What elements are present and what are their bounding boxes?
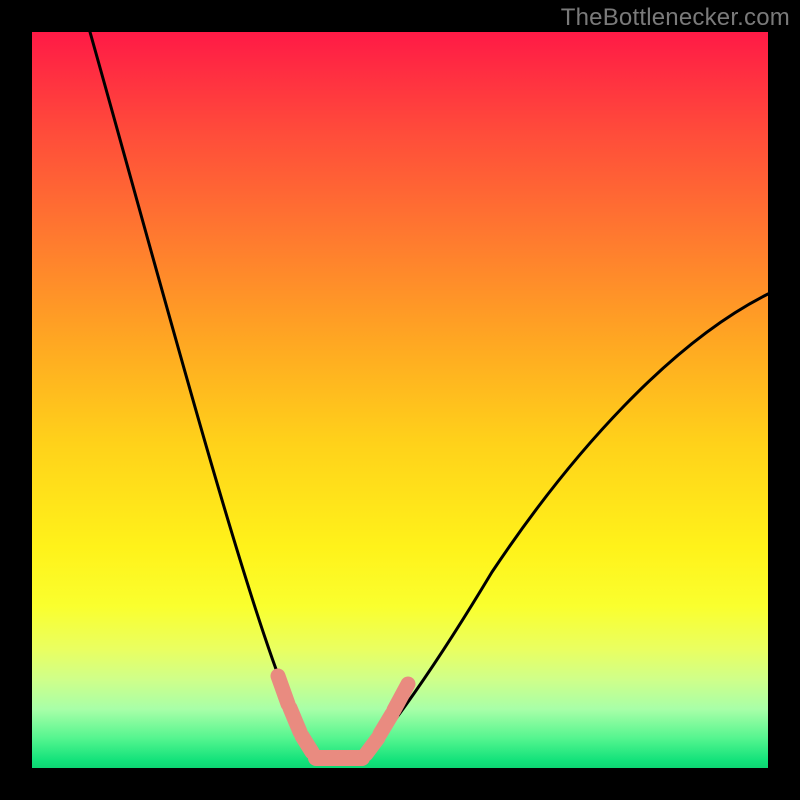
- watermark-text: TheBottlenecker.com: [561, 4, 790, 32]
- highlight-right-cluster: [366, 684, 408, 754]
- curve-left: [90, 32, 318, 758]
- curve-layer: [32, 32, 768, 768]
- plot-area: [32, 32, 768, 768]
- highlight-left-cluster: [278, 676, 312, 752]
- chart-container: TheBottlenecker.com: [0, 0, 800, 800]
- curve-right: [364, 294, 768, 758]
